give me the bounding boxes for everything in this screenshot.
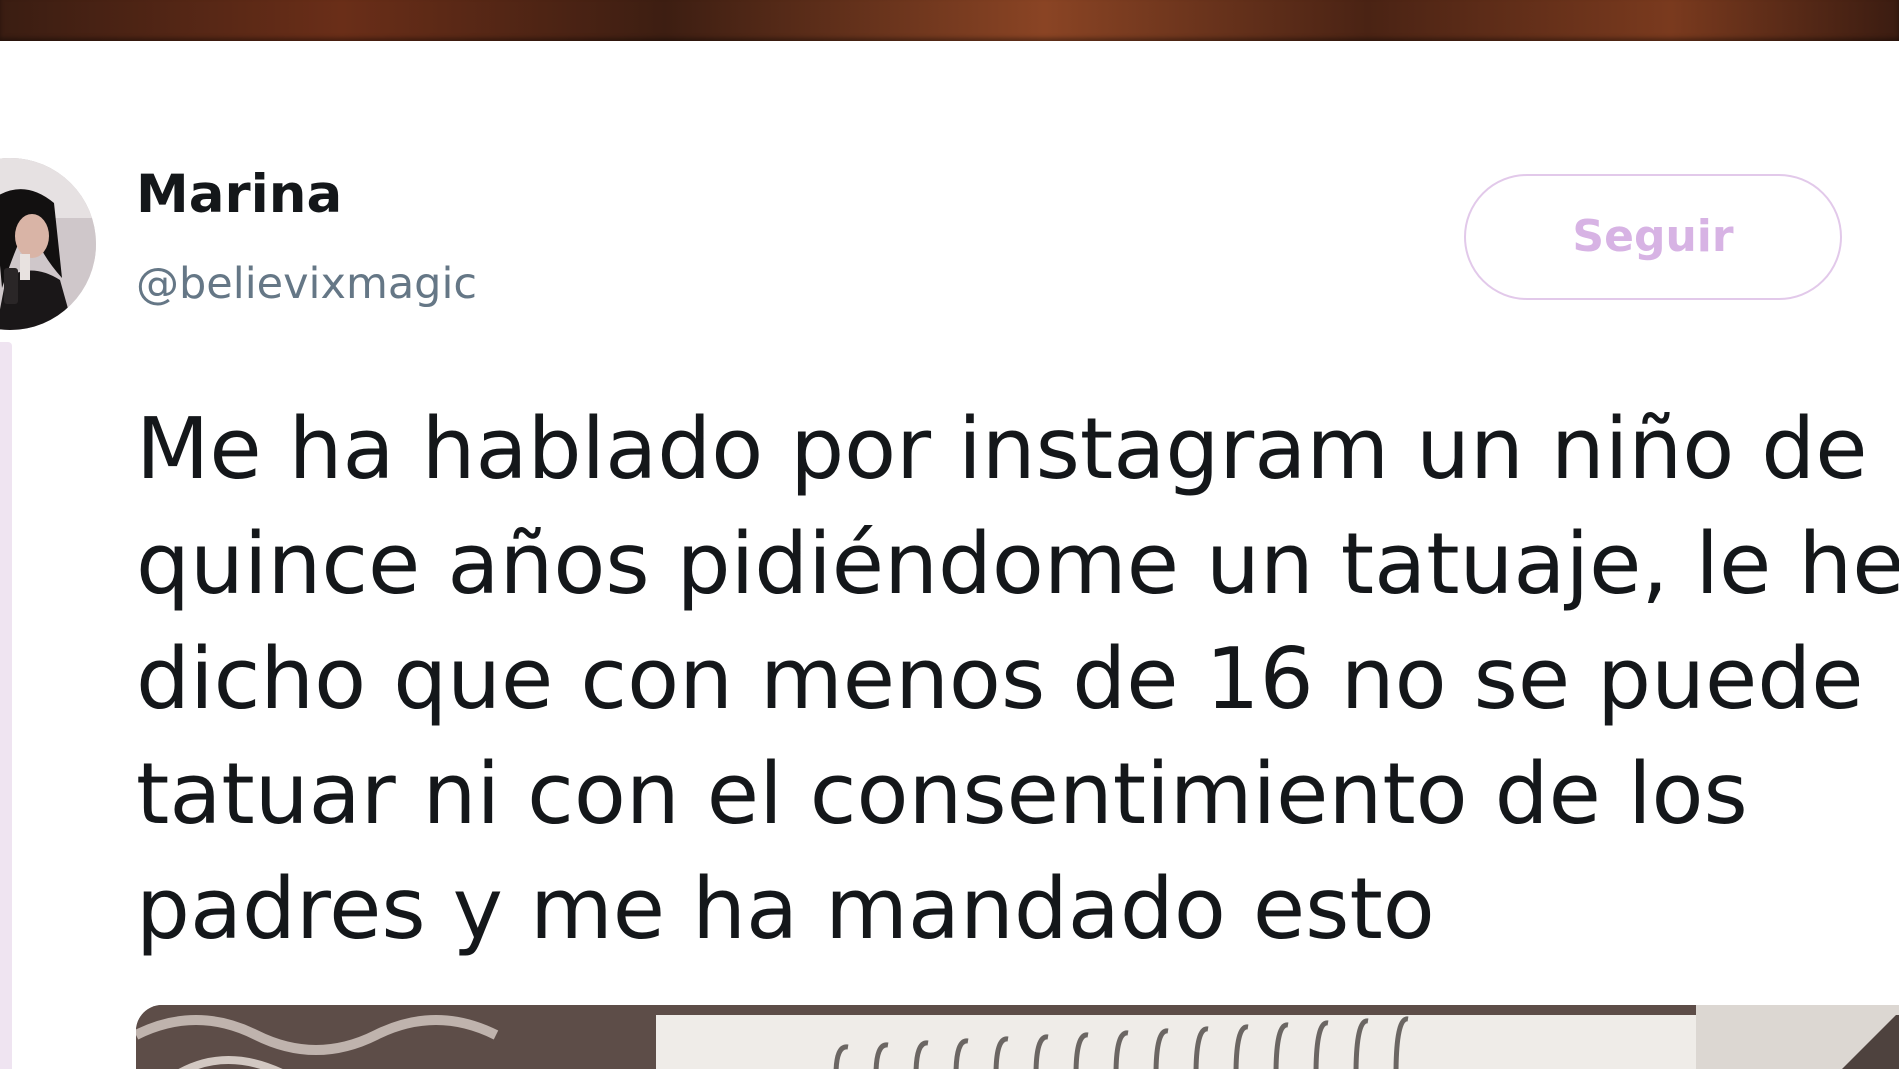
avatar-photo-icon xyxy=(0,158,96,330)
follow-button-label: Seguir xyxy=(1572,211,1734,262)
header-banner-image xyxy=(0,0,1899,41)
tweet-text-line: Me ha hablado por instagram un niño de xyxy=(136,400,1868,499)
tweet-media-photo[interactable] xyxy=(136,1005,1899,1069)
attached-photo-icon xyxy=(136,1005,1899,1069)
thread-line xyxy=(0,342,12,1069)
tweet-text: Me ha hablado por instagram un niño de q… xyxy=(136,392,1899,972)
user-handle[interactable]: @believixmagic xyxy=(136,263,477,306)
tweet-screenshot: Marina @believixmagic Seguir Me ha habla… xyxy=(0,0,1899,1069)
tweet-text-line: quince años pidiéndome un tatuaje, le he xyxy=(136,515,1899,614)
user-avatar[interactable] xyxy=(0,158,96,330)
follow-button[interactable]: Seguir xyxy=(1464,174,1842,300)
tweet-text-line: padres y me ha mandado esto xyxy=(136,860,1435,959)
display-name[interactable]: Marina xyxy=(136,168,342,221)
tweet-text-line: dicho que con menos de 16 no se puede xyxy=(136,630,1864,729)
tweet-text-line: tatuar ni con el consentimiento de los xyxy=(136,745,1748,844)
